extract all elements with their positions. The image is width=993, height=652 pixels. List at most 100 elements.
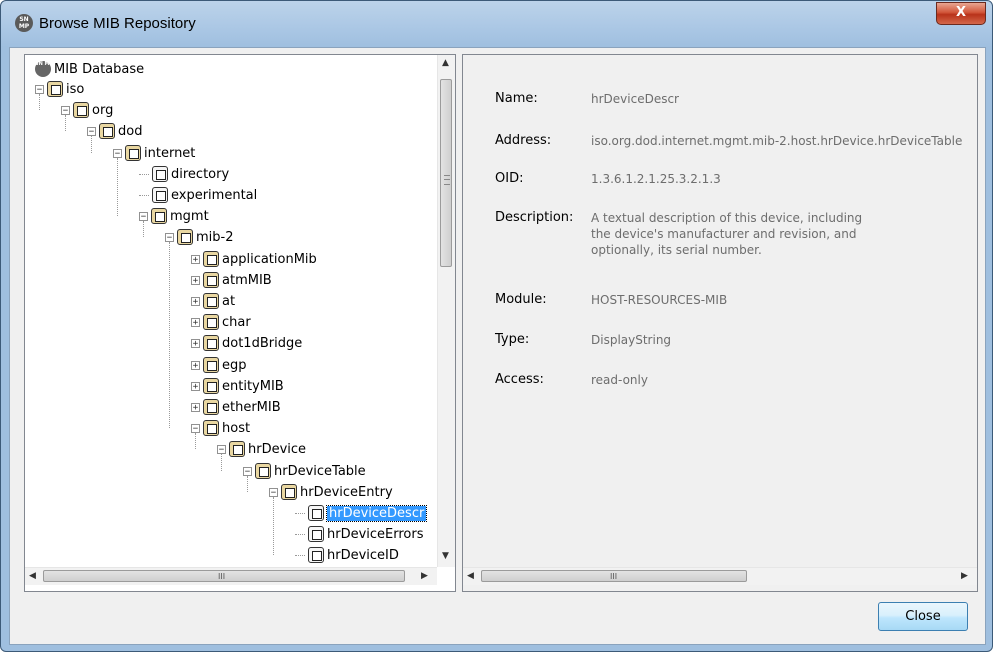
expand-icon[interactable]: + xyxy=(191,275,200,285)
collapse-icon[interactable]: − xyxy=(165,232,174,242)
mib-folder-icon xyxy=(203,314,219,330)
mib-folder-icon xyxy=(151,208,167,224)
tree-node-label: directory xyxy=(171,166,230,182)
mib-folder-icon xyxy=(203,272,219,288)
tree-connector xyxy=(139,173,149,175)
name-value: hrDeviceDescr xyxy=(591,92,679,106)
mib-folder-icon xyxy=(99,123,115,139)
tree-node[interactable]: − iso xyxy=(35,79,84,99)
tree-node[interactable]: directory xyxy=(139,164,229,184)
expand-icon[interactable]: + xyxy=(191,360,200,370)
tree-vertical-scroll-thumb[interactable] xyxy=(440,79,452,267)
tree-node-label: internet xyxy=(144,145,196,161)
details-horizontal-scroll-thumb[interactable]: III xyxy=(481,570,747,582)
description-label: Description: xyxy=(495,210,574,225)
expand-icon[interactable]: + xyxy=(191,296,200,306)
tree-node[interactable]: − dod xyxy=(87,121,142,141)
tree-node[interactable]: + egp xyxy=(191,355,247,375)
tree-node[interactable]: − hrDevice xyxy=(217,439,306,459)
grip-icon: III xyxy=(610,572,618,581)
tree-node[interactable]: − internet xyxy=(113,143,195,163)
mib-folder-icon xyxy=(203,293,219,309)
collapse-icon[interactable]: − xyxy=(217,444,226,454)
scroll-up-arrow-icon[interactable]: ▲ xyxy=(442,58,449,68)
tree-node-label: iso xyxy=(66,81,85,97)
collapse-icon[interactable]: − xyxy=(35,84,44,94)
tree-node[interactable]: hrDeviceErrors xyxy=(295,524,424,544)
collapse-icon[interactable]: − xyxy=(191,423,200,433)
scroll-left-arrow-icon[interactable]: ◀ xyxy=(467,571,474,581)
tree-connector xyxy=(295,533,305,535)
tree-horizontal-scroll-thumb[interactable]: III xyxy=(43,570,405,582)
tree-root-label: MIB Database xyxy=(54,61,145,77)
tree-node-label: experimental xyxy=(171,187,258,203)
tree-node[interactable]: + at xyxy=(191,291,235,311)
mib-folder-icon xyxy=(281,484,297,500)
tree-node-label: egp xyxy=(222,357,247,373)
tree-node[interactable]: + entityMIB xyxy=(191,376,284,396)
mib-object-icon xyxy=(152,166,168,182)
tree-node[interactable]: + atmMIB xyxy=(191,270,272,290)
type-value: DisplayString xyxy=(591,333,672,347)
type-label: Type: xyxy=(495,332,530,347)
tree-node-label: etherMIB xyxy=(222,399,281,415)
mib-folder-icon xyxy=(125,145,141,161)
tree-node[interactable]: − hrDeviceEntry xyxy=(269,482,393,502)
mib-tree[interactable]: SN MP MIB Database − iso − org − dod − internet… xyxy=(25,55,437,567)
mib-tree-pane: SN MP MIB Database − iso − org − dod − internet… xyxy=(24,54,456,592)
tree-guide-line xyxy=(169,242,170,428)
collapse-icon[interactable]: − xyxy=(113,148,122,158)
tree-node[interactable]: experimental xyxy=(139,185,257,205)
collapse-icon[interactable]: − xyxy=(269,487,278,497)
mib-folder-icon xyxy=(255,463,271,479)
tree-node[interactable]: − org xyxy=(61,100,113,120)
expand-icon[interactable]: + xyxy=(191,338,200,348)
scroll-left-arrow-icon[interactable]: ◀ xyxy=(29,571,36,581)
details-pane: Name: hrDeviceDescr Address: iso.org.dod… xyxy=(462,54,978,592)
mib-object-icon xyxy=(152,187,168,203)
tree-node-label: atmMIB xyxy=(222,272,272,288)
collapse-icon[interactable]: − xyxy=(139,211,148,221)
expand-icon[interactable]: + xyxy=(191,317,200,327)
tree-guide-line xyxy=(117,158,118,216)
access-label: Access: xyxy=(495,372,544,387)
expand-icon[interactable]: + xyxy=(191,254,200,264)
scroll-right-arrow-icon[interactable]: ▶ xyxy=(421,571,428,581)
tree-node[interactable]: hrDeviceID xyxy=(295,545,399,565)
tree-node[interactable]: − mib-2 xyxy=(165,227,234,247)
expand-icon[interactable]: + xyxy=(191,381,200,391)
tree-node[interactable]: − hrDeviceTable xyxy=(243,461,366,481)
tree-root[interactable]: SN MP MIB Database xyxy=(35,59,144,79)
description-value: A textual description of this device, in… xyxy=(591,210,862,258)
mib-folder-icon xyxy=(203,399,219,415)
tree-node-label: entityMIB xyxy=(222,378,284,394)
tree-node[interactable]: + etherMIB xyxy=(191,397,281,417)
tree-node[interactable]: hrDeviceDescr xyxy=(295,503,428,523)
tree-node-label: hrDeviceEntry xyxy=(300,484,393,500)
close-button[interactable]: Close xyxy=(878,602,968,631)
mib-object-icon xyxy=(308,547,324,563)
tree-node[interactable]: − host xyxy=(191,418,250,438)
mib-folder-icon xyxy=(203,251,219,267)
expand-icon[interactable]: + xyxy=(191,402,200,412)
collapse-icon[interactable]: − xyxy=(61,105,70,115)
pane-splitter[interactable] xyxy=(456,54,461,590)
window-close-button[interactable]: X xyxy=(936,2,986,25)
tree-node[interactable]: + applicationMib xyxy=(191,249,317,269)
mib-folder-icon xyxy=(177,229,193,245)
tree-node-label: hrDeviceID xyxy=(327,547,399,563)
scroll-down-arrow-icon[interactable]: ▼ xyxy=(442,551,449,561)
tree-node-label: hrDeviceTable xyxy=(274,463,366,479)
details-horizontal-scrollbar[interactable]: ◀ III ▶ xyxy=(463,567,977,585)
tree-node[interactable]: + dot1dBridge xyxy=(191,333,302,353)
mib-folder-icon xyxy=(203,420,219,436)
scroll-right-arrow-icon[interactable]: ▶ xyxy=(961,571,968,581)
tree-vertical-scrollbar[interactable]: ▲ ▼ xyxy=(437,55,455,567)
tree-node[interactable]: − mgmt xyxy=(139,206,209,226)
collapse-icon[interactable]: − xyxy=(243,466,252,476)
collapse-icon[interactable]: − xyxy=(87,126,96,136)
oid-value: 1.3.6.1.2.1.25.3.2.1.3 xyxy=(591,172,721,186)
tree-node[interactable]: + char xyxy=(191,312,251,332)
title-bar[interactable]: SN MP Browse MIB Repository X xyxy=(1,1,992,47)
tree-horizontal-scrollbar[interactable]: ◀ III ▶ xyxy=(25,567,437,585)
